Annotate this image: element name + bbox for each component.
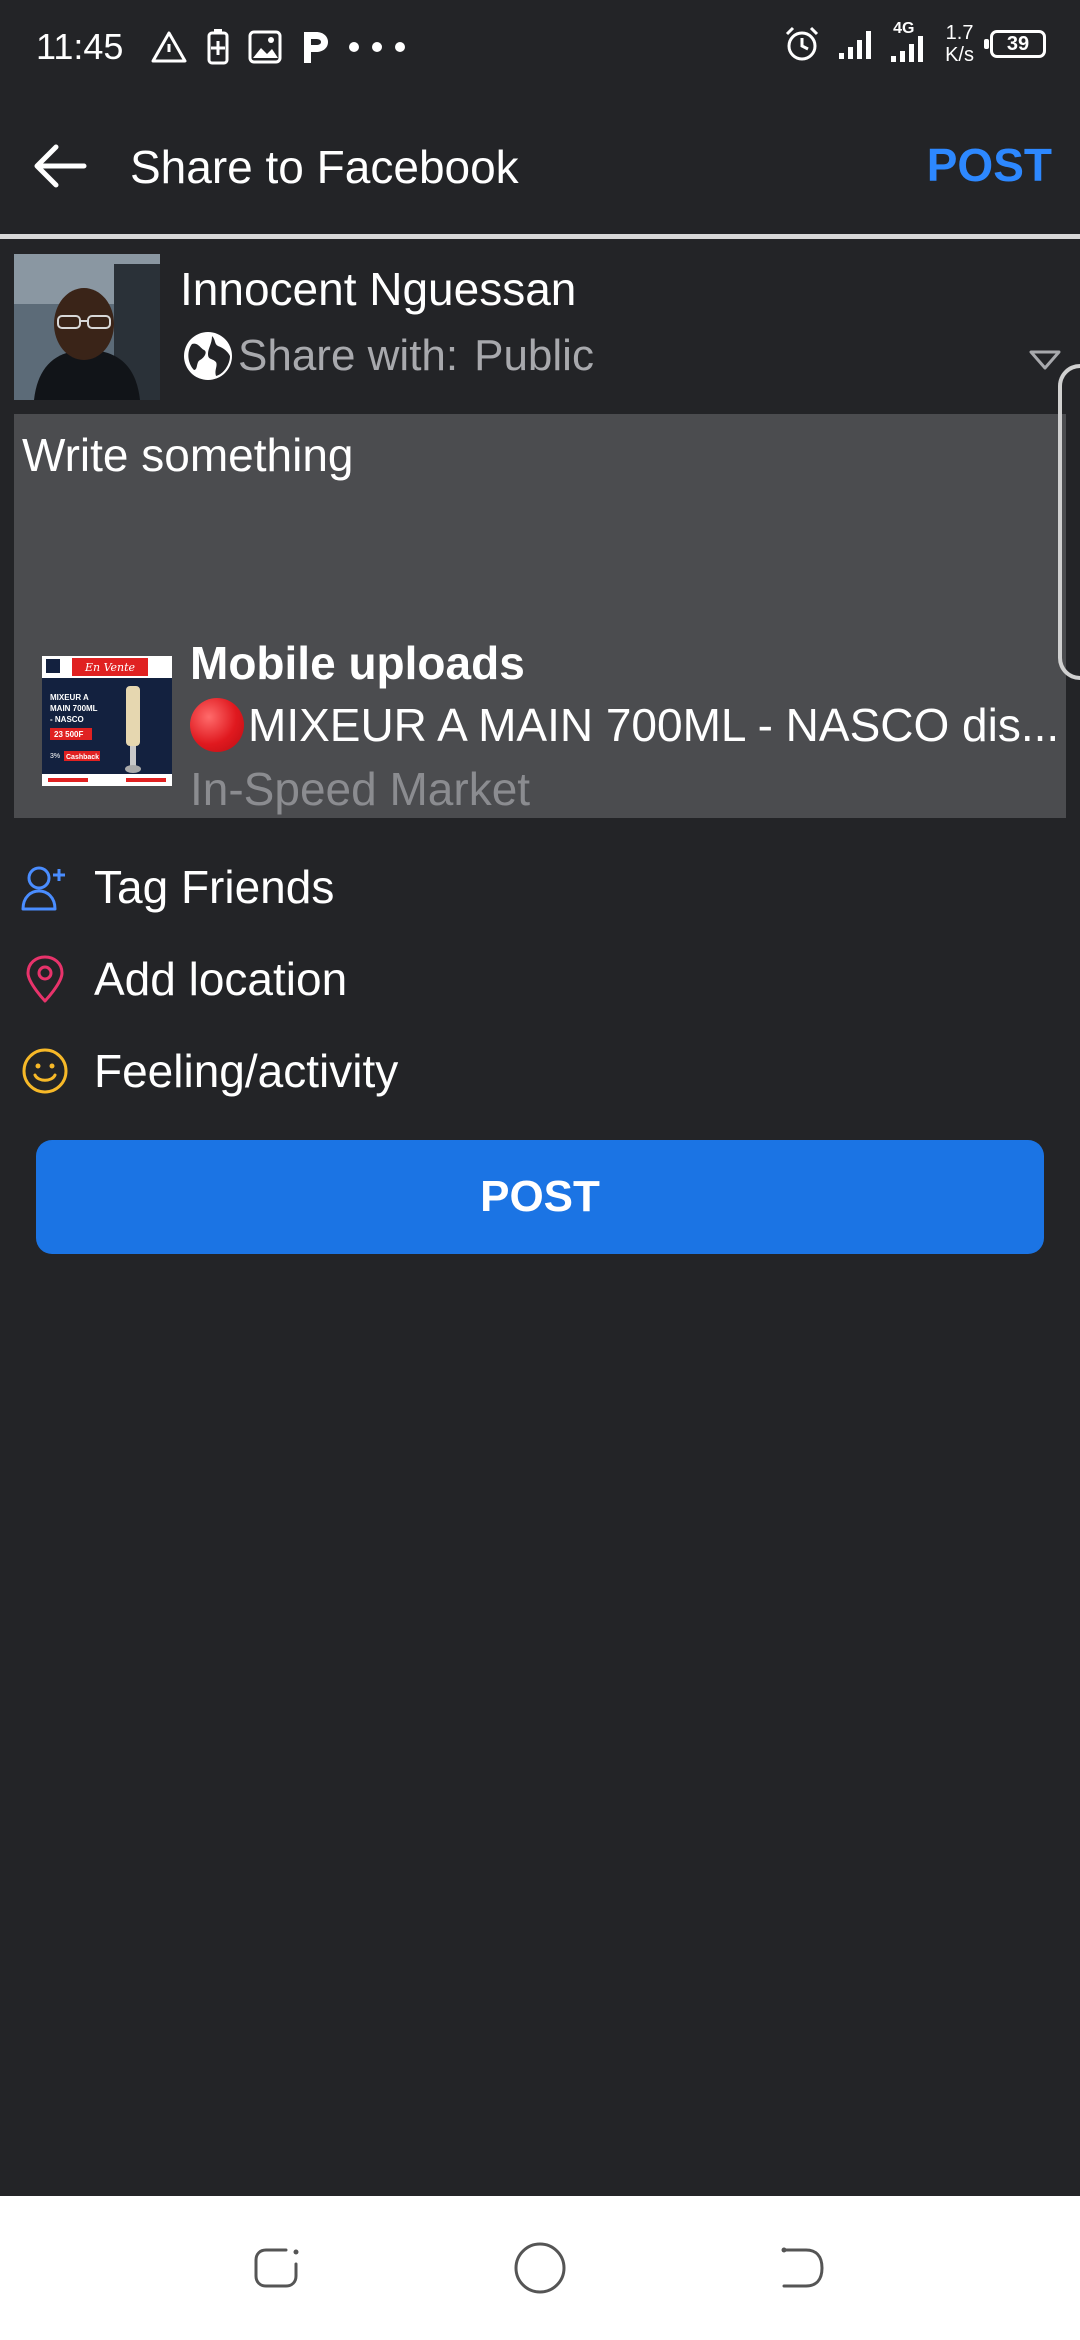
audience-selector[interactable]: Share with: Public	[182, 330, 594, 382]
feeling-activity-label: Feeling/activity	[94, 1045, 399, 1097]
status-left-icons	[150, 28, 406, 66]
preview-source: In-Speed Market	[190, 763, 531, 815]
preview-subtitle-text: MIXEUR A MAIN 700ML - NASCO dis...	[248, 699, 1060, 751]
net-speed-value: 1.7	[945, 22, 974, 44]
net-speed-unit: K/s	[945, 44, 974, 66]
thumb-price: 23 500F	[54, 730, 83, 739]
thumb-cashback: Cashback	[66, 754, 99, 761]
header-post-button[interactable]: POST	[927, 138, 1052, 192]
tag-friends-row[interactable]: Tag Friends	[18, 852, 334, 922]
post-button[interactable]: POST	[36, 1140, 1044, 1254]
signal-4g-icon: 4G	[889, 20, 929, 64]
battery-level: 39	[1006, 33, 1030, 55]
add-location-row[interactable]: Add location	[18, 944, 347, 1014]
user-name: Innocent Nguessan	[180, 263, 577, 315]
recent-apps-icon	[254, 2248, 299, 2288]
status-bar: 11:45 4G 1.7 K/s 39	[0, 0, 1080, 96]
feeling-activity-row[interactable]: Feeling/activity	[18, 1036, 398, 1106]
recent-apps-button[interactable]	[246, 2236, 310, 2300]
app-header: Share to Facebook POST	[0, 96, 1080, 236]
add-location-label: Add location	[94, 953, 348, 1005]
arrow-left-icon	[34, 144, 87, 188]
header-divider	[0, 234, 1080, 239]
alarm-icon	[786, 26, 819, 61]
avatar-photo	[14, 254, 160, 400]
image-icon	[248, 30, 282, 64]
home-icon	[514, 2242, 566, 2294]
back-icon	[781, 2247, 824, 2288]
battery-saver-icon	[207, 29, 229, 65]
red-circle-icon	[190, 698, 244, 752]
thumb-line2: MAIN 700ML	[50, 704, 98, 713]
location-pin-icon	[18, 952, 72, 1006]
status-time: 11:45	[36, 26, 124, 67]
globe-icon	[184, 332, 232, 380]
home-button[interactable]	[508, 2236, 572, 2300]
thumb-line1: MIXEUR A	[50, 693, 89, 702]
status-right-icons: 4G 1.7 K/s 39	[783, 20, 1046, 66]
screen: 11:45 4G 1.7 K/s 39 Share to Facebook PO…	[0, 0, 1080, 2340]
signal-icon	[839, 31, 872, 59]
avatar	[14, 254, 160, 400]
edge-panel-handle[interactable]	[1058, 364, 1080, 680]
preview-thumbnail: En Vente MIXEUR A MAIN 700ML - NASCO 23 …	[42, 656, 172, 786]
link-preview: En Vente MIXEUR A MAIN 700ML - NASCO 23 …	[28, 634, 1059, 815]
share-with-label: Share with:	[238, 331, 459, 380]
preview-title: Mobile uploads	[190, 637, 525, 689]
composer-box: Write something En Vente MIXEUR A MAIN 7…	[14, 414, 1066, 818]
thumb-line3: - NASCO	[50, 715, 84, 724]
back-button[interactable]	[24, 130, 96, 202]
system-nav-bar	[0, 2196, 1080, 2340]
tag-friends-label: Tag Friends	[94, 861, 335, 913]
audience-value: Public	[474, 331, 594, 380]
thumb-badge: En Vente	[84, 661, 136, 674]
p-app-icon	[304, 32, 328, 63]
preview-subtitle: MIXEUR A MAIN 700ML - NASCO dis...	[190, 698, 1080, 752]
battery-icon: 39	[984, 30, 1046, 58]
net-speed: 1.7 K/s	[945, 22, 974, 66]
nav-back-button[interactable]	[770, 2236, 834, 2300]
tag-person-icon	[18, 860, 72, 914]
post-text-input[interactable]: Write something	[22, 428, 354, 482]
smiley-icon	[18, 1044, 72, 1098]
alert-triangle-icon	[151, 31, 187, 63]
more-dots-icon	[349, 42, 405, 52]
thumb-cashback-pct: 3%	[50, 753, 60, 760]
chevron-down-icon[interactable]	[1028, 348, 1062, 372]
page-title: Share to Facebook	[130, 141, 519, 193]
